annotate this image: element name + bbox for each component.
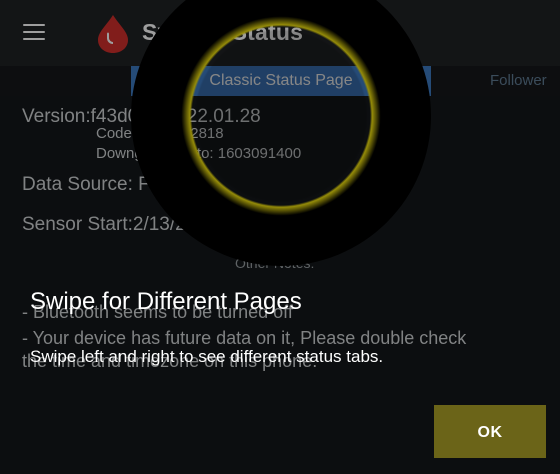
other-notes-label: Other Notes: (235, 255, 315, 271)
tab-classic-status-page[interactable]: Classic Status Page (131, 66, 431, 96)
data-source-text: Data Source: Follower (22, 174, 210, 195)
app-title: System Status (142, 19, 304, 45)
downgradable-text: Downgradable to: 1603091400 (96, 145, 302, 162)
tab-strip[interactable]: Classic Status Page Follower (0, 66, 560, 96)
note-future-data: - Your device has future data on it, Ple… (22, 328, 467, 348)
sensor-start-text: Sensor Start:2/13/22 00:00 (4d 15h) (22, 214, 326, 235)
tip-description: Swipe left and right to see different st… (30, 347, 384, 366)
tip-title: Swipe for Different Pages (30, 288, 302, 315)
ok-button[interactable]: OK (434, 405, 546, 458)
blood-drop-icon (98, 15, 128, 53)
code-text: Code: 2122012818 (96, 125, 224, 142)
menu-icon[interactable] (23, 24, 45, 40)
app-bar: System Status (0, 0, 560, 66)
tab-follower[interactable]: Follower (490, 72, 547, 89)
